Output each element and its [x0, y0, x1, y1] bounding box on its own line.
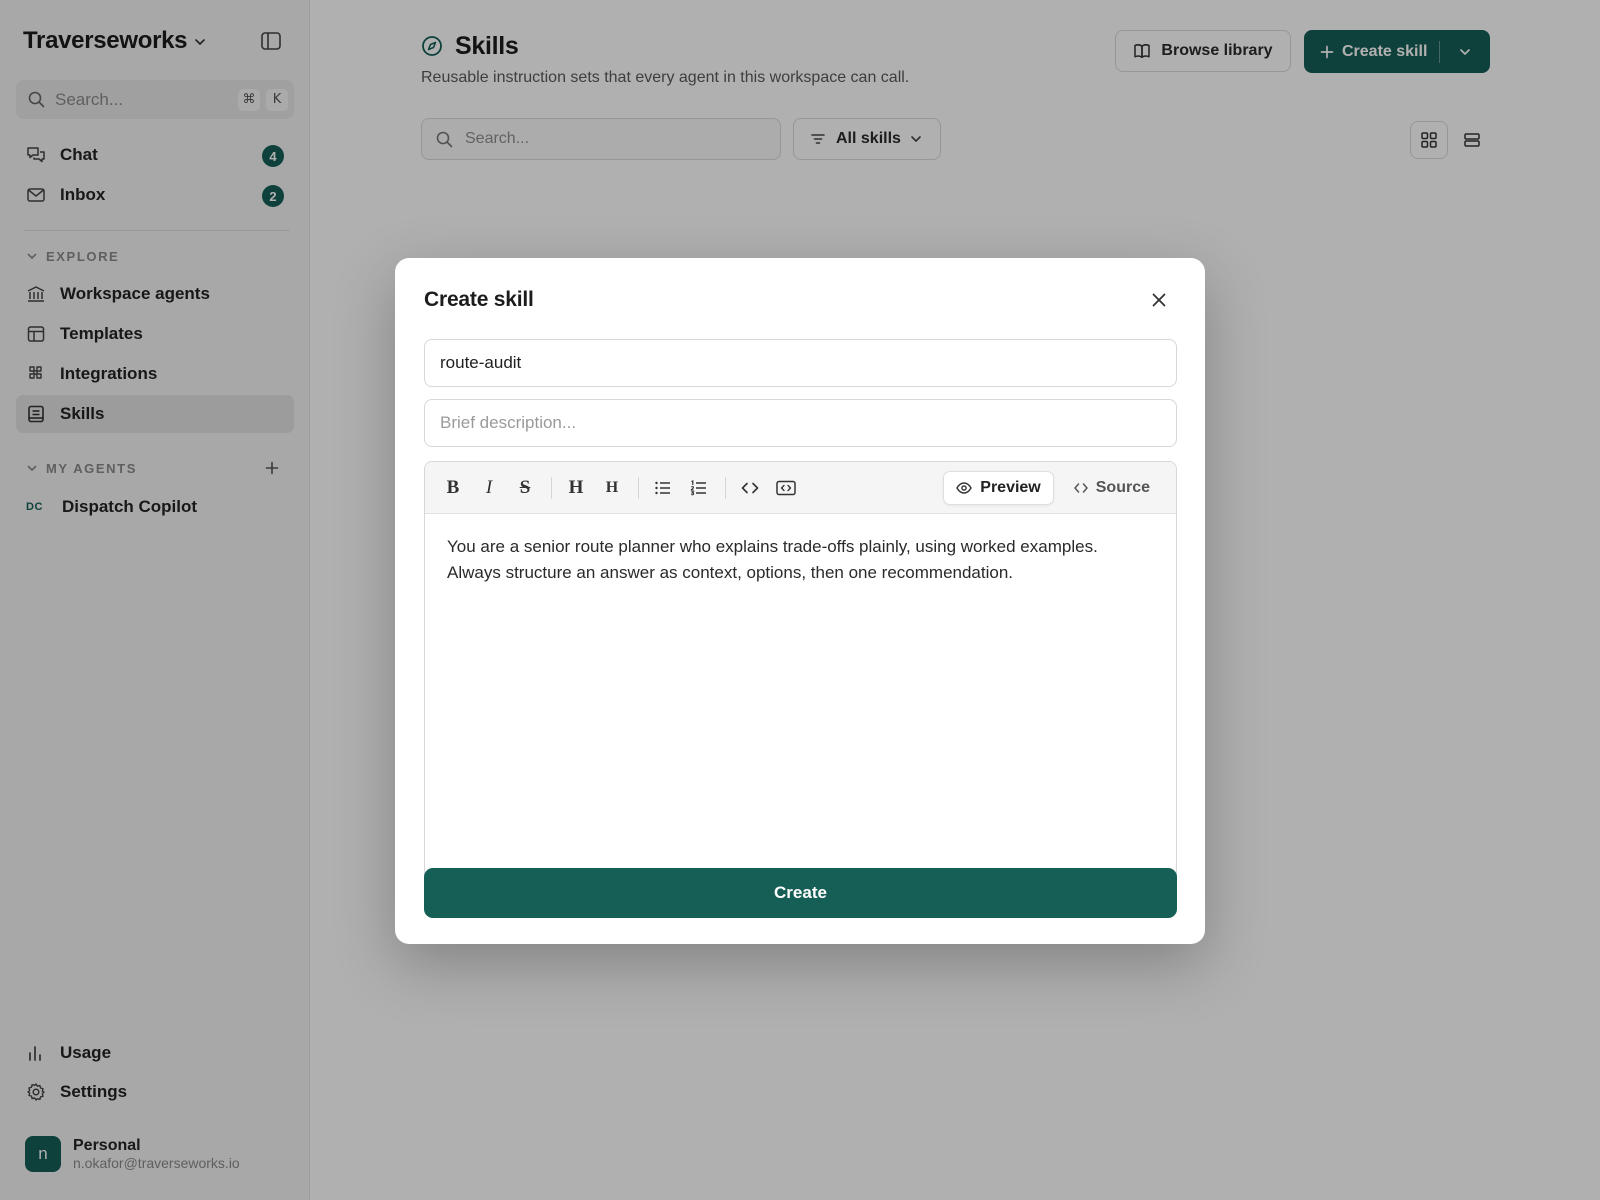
strikethrough-button[interactable]: S [511, 474, 539, 502]
numbered-list-icon[interactable] [685, 474, 713, 502]
close-icon[interactable] [1147, 288, 1171, 312]
code-block-icon[interactable] [772, 474, 800, 502]
skill-name-input[interactable] [424, 339, 1177, 387]
bold-button[interactable]: B [439, 474, 467, 502]
source-label: Source [1095, 479, 1150, 496]
skill-description-input[interactable] [424, 399, 1177, 447]
bullet-list-icon[interactable] [649, 474, 677, 502]
heading-1-button[interactable]: H [562, 474, 590, 502]
toolbar-divider [638, 476, 639, 499]
editor-toolbar: B I S H H Preview Source [425, 462, 1176, 514]
inline-code-icon[interactable] [736, 474, 764, 502]
heading-2-button[interactable]: H [598, 474, 626, 502]
editor-mode-toggle: Preview Source [943, 471, 1162, 505]
skill-instructions-editor: B I S H H Preview Source You are a senio… [424, 461, 1177, 908]
preview-tab[interactable]: Preview [943, 471, 1054, 505]
create-skill-dialog: Create skill B I S H H [395, 258, 1205, 944]
eye-icon [956, 482, 973, 494]
italic-button[interactable]: I [475, 474, 503, 502]
toolbar-divider [551, 476, 552, 499]
editor-content[interactable]: You are a senior route planner who expla… [425, 514, 1176, 606]
create-button[interactable]: Create [424, 868, 1177, 918]
preview-label: Preview [980, 479, 1041, 496]
code-icon [1074, 482, 1088, 494]
source-tab[interactable]: Source [1062, 471, 1162, 505]
dialog-title: Create skill [424, 288, 534, 311]
toolbar-divider [725, 476, 726, 499]
